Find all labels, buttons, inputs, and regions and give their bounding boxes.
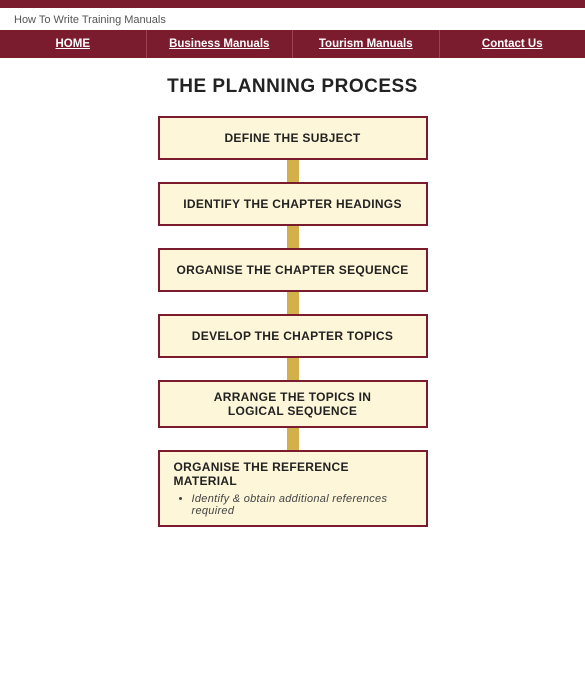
- flow-box-3: ORGANISE THE CHAPTER SEQUENCE: [158, 248, 428, 292]
- flow-box-4: DEVELOP THE CHAPTER TOPICS: [158, 314, 428, 358]
- flow-box-1: DEFINE THE SUBJECT: [158, 116, 428, 160]
- connector-3: [287, 292, 299, 314]
- nav-item-contact[interactable]: Contact Us: [440, 30, 585, 58]
- flowchart: DEFINE THE SUBJECT IDENTIFY THE CHAPTER …: [40, 116, 545, 527]
- nav-bar: HOME Business Manuals Tourism Manuals Co…: [0, 30, 585, 58]
- nav-item-business[interactable]: Business Manuals: [147, 30, 294, 58]
- flow-box-5: ARRANGE THE TOPICS IN LOGICAL SEQUENCE: [158, 380, 428, 428]
- flow-box-last: ORGANISE THE REFERENCE MATERIAL Identify…: [158, 450, 428, 527]
- connector-1: [287, 160, 299, 182]
- main-content: THE PLANNING PROCESS DEFINE THE SUBJECT …: [0, 58, 585, 537]
- page-title: THE PLANNING PROCESS: [167, 76, 418, 98]
- last-box-bullet-1: Identify & obtain additional references …: [192, 493, 412, 517]
- nav-item-tourism[interactable]: Tourism Manuals: [293, 30, 440, 58]
- connector-4: [287, 358, 299, 380]
- last-box-bullets: Identify & obtain additional references …: [174, 493, 412, 517]
- page-wrapper: How To Write Training Manuals HOME Busin…: [0, 0, 585, 700]
- site-title: How To Write Training Manuals: [0, 8, 585, 30]
- nav-item-home[interactable]: HOME: [0, 30, 147, 58]
- last-box-title: ORGANISE THE REFERENCE MATERIAL: [174, 460, 412, 488]
- connector-2: [287, 226, 299, 248]
- top-bar: [0, 0, 585, 8]
- flow-box-2: IDENTIFY THE CHAPTER HEADINGS: [158, 182, 428, 226]
- connector-5: [287, 428, 299, 450]
